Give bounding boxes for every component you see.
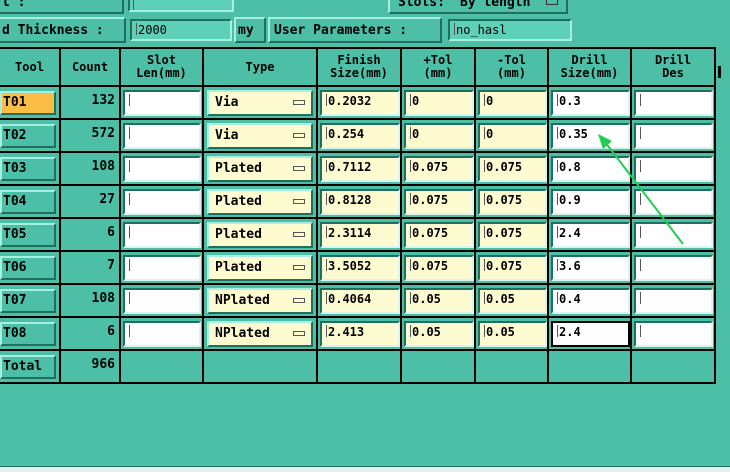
annotation-arrow [598, 134, 684, 245]
horizontal-scrollbar[interactable] [0, 466, 730, 472]
